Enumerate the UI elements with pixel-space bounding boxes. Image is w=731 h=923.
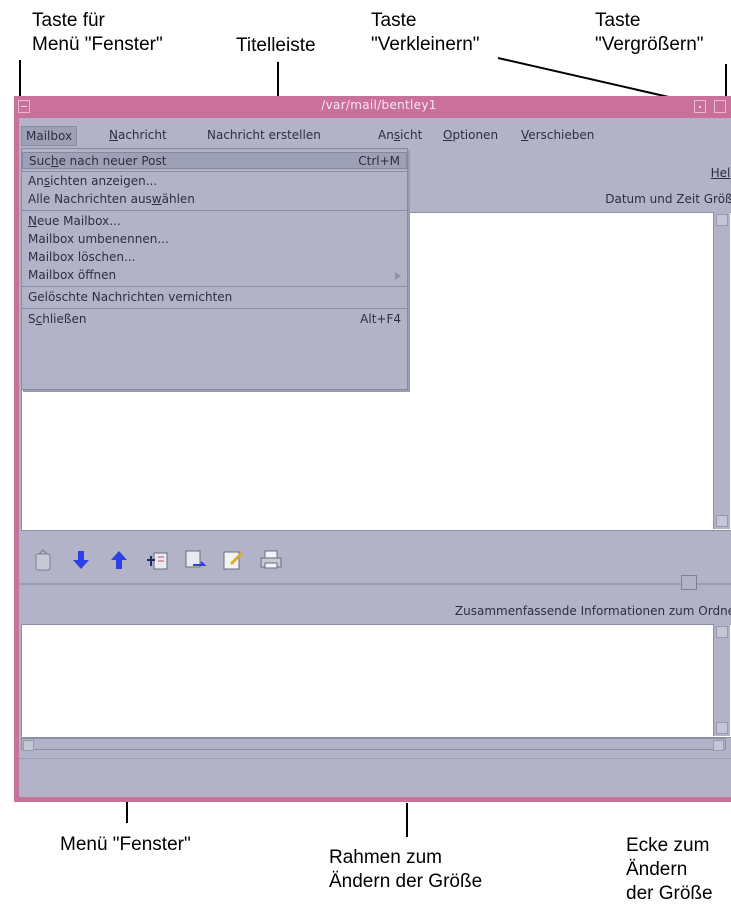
message-list-scrollbar[interactable]: [713, 212, 730, 529]
menu-item-destroy-deleted[interactable]: Gelöschte Nachrichten vernichten: [22, 289, 407, 306]
summary-scroll-up-arrow[interactable]: [716, 626, 728, 638]
scroll-up-arrow[interactable]: [716, 214, 728, 226]
titlebar[interactable]: /var/mail/bentley1: [14, 96, 731, 118]
status-bar: [19, 758, 731, 797]
menu-item-select-all[interactable]: Alle Nachrichten auswählen: [22, 191, 407, 208]
forward-icon[interactable]: [183, 548, 207, 572]
menu-optionen[interactable]: Optionen: [439, 126, 502, 144]
previous-message-icon[interactable]: [107, 548, 131, 572]
list-column-header[interactable]: Datum und Zeit Größe: [605, 192, 731, 206]
maximize-button[interactable]: [714, 100, 726, 113]
summary-label: Zusammenfassende Informationen zum Ordne…: [454, 604, 731, 618]
menu-item-close[interactable]: Schließen Alt+F4: [22, 311, 407, 328]
minimize-button[interactable]: [694, 100, 706, 113]
menubar: Mailbox Nachricht Nachricht erstellen An…: [19, 126, 731, 146]
menu-mailbox[interactable]: Mailbox: [21, 126, 78, 146]
menu-help[interactable]: Help: [711, 166, 731, 180]
cascade-arrow-icon: [395, 272, 401, 280]
client-area: Mailbox Nachricht Nachricht erstellen An…: [19, 118, 731, 797]
reply-icon[interactable]: [145, 548, 169, 572]
menu-separator: [22, 308, 407, 309]
menu-item-open-mailbox[interactable]: Mailbox öffnen: [22, 267, 407, 284]
window-title: /var/mail/bentley1: [321, 98, 437, 112]
delete-icon[interactable]: [31, 548, 55, 572]
menu-separator: [22, 286, 407, 287]
menu-item-delete-mailbox[interactable]: Mailbox löschen...: [22, 249, 407, 266]
menu-nachricht[interactable]: Nachricht: [105, 126, 171, 144]
menu-separator: [22, 210, 407, 211]
horizontal-scrollbar[interactable]: [21, 738, 726, 751]
pane-sash: [19, 583, 731, 585]
menu-separator: [22, 171, 407, 172]
menu-item-show-views[interactable]: Ansichten anzeigen...: [22, 173, 407, 190]
callout-resize-border-line: [406, 803, 408, 837]
mailbox-menu: Suche nach neuer Post Ctrl+M Ansichten an…: [21, 148, 408, 390]
menu-ansicht[interactable]: Ansicht: [374, 126, 426, 144]
callout-window-menu: Menü "Fenster": [60, 834, 191, 855]
callout-resize-corner: Ecke zum Ändern der Größe: [626, 835, 713, 904]
callout-resize-border: Rahmen zum Ändern der Größe: [329, 847, 483, 892]
summary-pane[interactable]: [21, 624, 731, 738]
sash-handle[interactable]: [681, 575, 697, 590]
print-icon[interactable]: [259, 548, 283, 572]
next-message-icon[interactable]: [69, 548, 93, 572]
compose-icon[interactable]: [221, 548, 245, 572]
scroll-left-arrow[interactable]: [23, 740, 34, 751]
summary-scrollbar[interactable]: [713, 624, 730, 736]
scroll-right-arrow[interactable]: [713, 740, 724, 751]
summary-scroll-down-arrow[interactable]: [716, 722, 728, 734]
menu-item-rename-mailbox[interactable]: Mailbox umbenennen...: [22, 231, 407, 248]
scroll-down-arrow[interactable]: [716, 515, 728, 527]
menu-item-new-mailbox[interactable]: Neue Mailbox...: [22, 213, 407, 230]
menu-item-check-new-mail[interactable]: Suche nach neuer Post Ctrl+M: [22, 152, 407, 169]
mail-window: /var/mail/bentley1 Mailbox Nachricht Nac…: [14, 96, 731, 802]
menu-verschieben[interactable]: Verschieben: [517, 126, 598, 144]
menu-nachricht-erstellen[interactable]: Nachricht erstellen: [203, 126, 325, 144]
